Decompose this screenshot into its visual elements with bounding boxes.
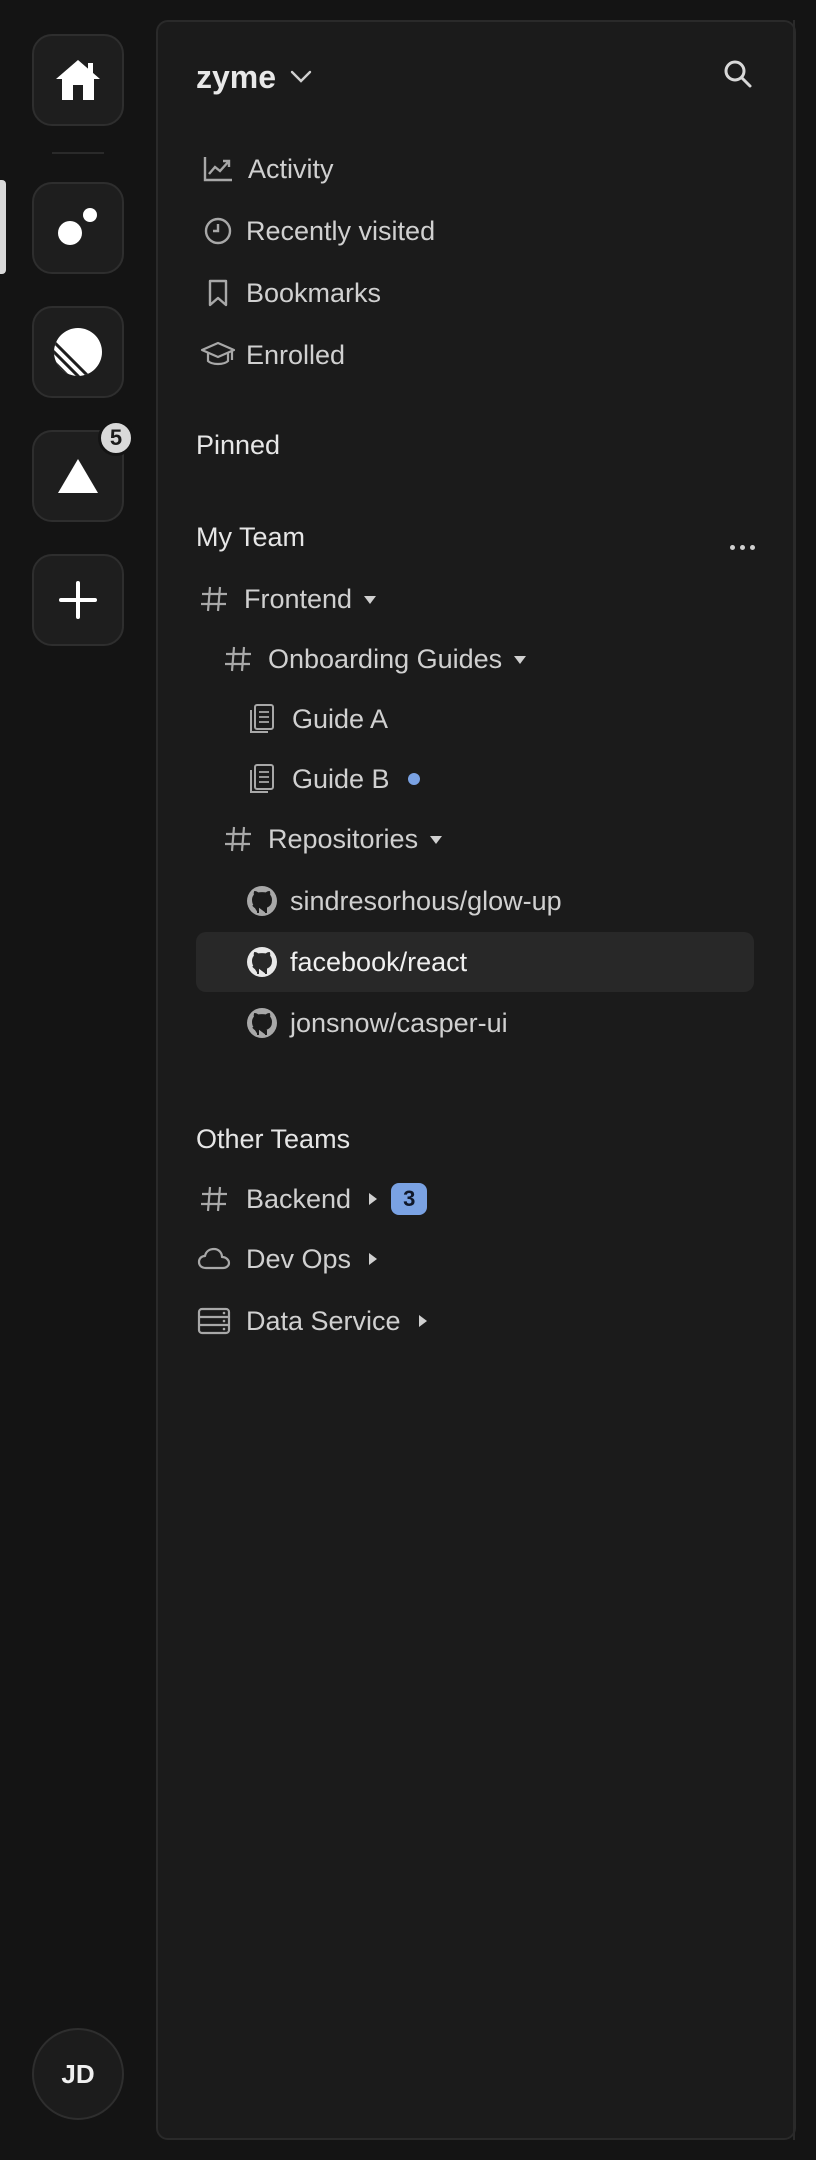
- user-avatar[interactable]: JD: [32, 2028, 124, 2120]
- channel-label: Frontend: [244, 583, 353, 614]
- nav-item-enrolled[interactable]: Enrolled: [200, 330, 345, 380]
- caret-right-icon: [369, 1193, 378, 1205]
- home-button[interactable]: [32, 34, 124, 126]
- doc-guide-a[interactable]: Guide A: [244, 694, 388, 744]
- chevron-down-icon: [290, 70, 312, 83]
- channel-repositories[interactable]: Repositories: [220, 814, 443, 864]
- cloud-icon: [196, 1241, 232, 1277]
- repo-casper-ui[interactable]: jonsnow/casper-ui: [244, 998, 508, 1048]
- document-icon: [244, 761, 280, 797]
- nav-item-bookmarks[interactable]: Bookmarks: [200, 268, 381, 318]
- bookmark-icon: [200, 275, 236, 311]
- triangle-logo-icon: [58, 459, 98, 493]
- channel-frontend[interactable]: Frontend: [196, 574, 377, 624]
- doc-label: Guide A: [292, 703, 389, 734]
- hash-icon: [220, 821, 256, 857]
- section-title-pinned: Pinned: [196, 430, 281, 460]
- search-icon: [724, 60, 752, 88]
- nav-item-label: Bookmarks: [246, 277, 382, 308]
- app-rail: 5 JD: [0, 0, 156, 2160]
- nav-item-activity[interactable]: Activity: [200, 144, 334, 194]
- hash-icon: [220, 641, 256, 677]
- github-icon: [244, 1005, 280, 1041]
- dots-logo-icon: [58, 208, 97, 245]
- workspace-switcher[interactable]: zyme: [196, 52, 312, 102]
- repo-facebook-react[interactable]: facebook/react: [244, 937, 467, 987]
- search-button[interactable]: [718, 54, 758, 94]
- home-icon: [56, 60, 100, 100]
- doc-label: Guide B: [292, 763, 390, 794]
- count-badge: 3: [391, 1183, 428, 1215]
- caret-right-icon: [418, 1315, 427, 1327]
- panel-divider: [793, 20, 795, 2140]
- notification-badge: 5: [98, 420, 134, 456]
- workspace-name: zyme: [196, 58, 277, 95]
- team-label: Data Service: [246, 1305, 401, 1336]
- github-icon: [244, 883, 280, 919]
- channel-onboarding-guides[interactable]: Onboarding Guides: [220, 634, 527, 684]
- server-icon: [196, 1303, 232, 1339]
- unread-dot: [407, 773, 420, 785]
- more-dot-icon: [729, 544, 735, 550]
- more-dot-icon: [739, 544, 745, 550]
- caret-right-icon: [369, 1253, 378, 1265]
- repo-label: facebook/react: [290, 946, 468, 977]
- caret-down-icon: [514, 656, 527, 664]
- caret-down-icon: [364, 596, 377, 604]
- app-dots-button[interactable]: [32, 182, 124, 274]
- doc-guide-b[interactable]: Guide B: [244, 754, 420, 804]
- more-options-button[interactable]: [724, 532, 760, 562]
- team-label: Backend: [246, 1183, 352, 1214]
- nav-item-recently-visited[interactable]: Recently visited: [200, 206, 435, 256]
- document-icon: [244, 701, 280, 737]
- section-title-my-team: My Team: [196, 522, 306, 552]
- more-dot-icon: [749, 544, 755, 550]
- repo-glow-up[interactable]: sindresorhous/glow-up: [244, 876, 562, 926]
- repo-label: jonsnow/casper-ui: [290, 1007, 508, 1038]
- section-title-other-teams: Other Teams: [196, 1124, 351, 1154]
- plus-icon: [59, 581, 97, 619]
- sidebar-panel: zyme Activity Recently visited Bookmarks: [156, 20, 796, 2140]
- caret-down-icon: [430, 836, 443, 844]
- channel-label: Repositories: [268, 823, 419, 854]
- hash-icon: [196, 581, 232, 617]
- active-indicator: [0, 180, 6, 274]
- nav-item-label: Enrolled: [246, 339, 346, 370]
- team-dev-ops[interactable]: Dev Ops: [196, 1234, 378, 1284]
- nav-item-label: Activity: [248, 153, 334, 184]
- team-label: Dev Ops: [246, 1243, 352, 1274]
- team-backend[interactable]: Backend 3: [196, 1174, 428, 1224]
- github-icon: [244, 944, 280, 980]
- nav-item-label: Recently visited: [246, 215, 436, 246]
- hash-icon: [196, 1181, 232, 1217]
- add-app-button[interactable]: [32, 554, 124, 646]
- channel-label: Onboarding Guides: [268, 643, 503, 674]
- chart-line-icon: [200, 151, 236, 187]
- team-data-service[interactable]: Data Service: [196, 1296, 427, 1346]
- repo-label: sindresorhous/glow-up: [290, 885, 562, 916]
- graduation-cap-icon: [200, 337, 236, 373]
- rail-separator: [52, 152, 104, 154]
- app-linear-button[interactable]: [32, 306, 124, 398]
- clock-icon: [200, 213, 236, 249]
- linear-logo-icon: [54, 328, 102, 376]
